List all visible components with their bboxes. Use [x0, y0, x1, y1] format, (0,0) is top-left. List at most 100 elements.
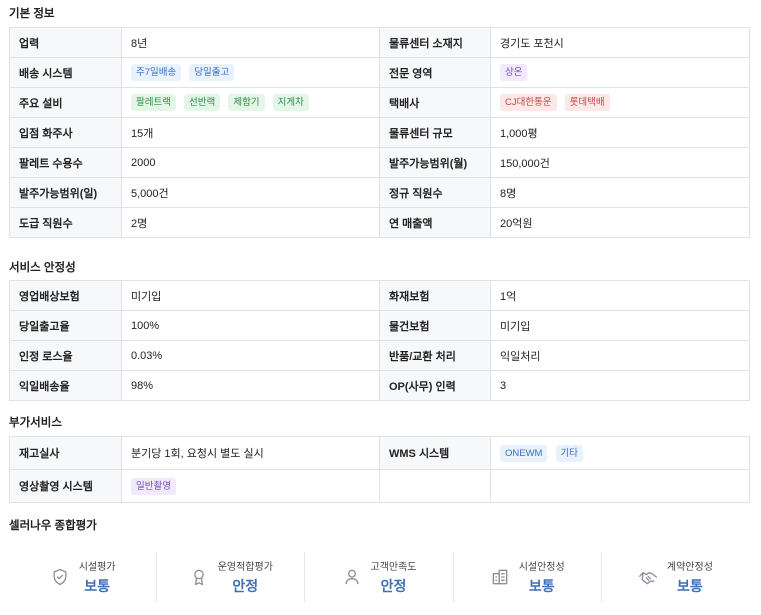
- equipment-label: 주요 설비: [9, 87, 122, 118]
- return-label: 반품/교환 처리: [379, 340, 491, 371]
- table-row: 발주가능범위(일) 5,000건 정규 직원수 8명: [9, 177, 750, 208]
- wms-label: WMS 시스템: [379, 436, 491, 470]
- career-value: 8년: [121, 27, 380, 58]
- eval-item-facility-stability: 시설안정성 보통: [454, 552, 602, 602]
- delivery-tag: 당일출고: [189, 64, 235, 81]
- biz-insurance-label: 영업배상보험: [9, 280, 122, 311]
- loss-value: 0.03%: [121, 340, 380, 371]
- location-value: 경기도 포천시: [490, 27, 750, 58]
- equipment-tag: 지게차: [272, 94, 309, 111]
- fire-insurance-value: 1억: [490, 280, 750, 311]
- award-icon: [193, 569, 204, 586]
- wms-tags: ONEWM 기타: [490, 436, 750, 470]
- table-row: 업력 8년 물류센터 소재지 경기도 포천시: [9, 27, 750, 58]
- courier-label: 택배사: [379, 87, 491, 118]
- regular-label: 정규 직원수: [379, 177, 491, 208]
- table-row: 도급 직원수 2명 연 매출액 20억원: [9, 207, 750, 238]
- eval-value: 보통: [84, 578, 110, 594]
- fire-insurance-label: 화재보험: [379, 280, 491, 311]
- monthly-label: 발주가능범위(월): [379, 147, 491, 178]
- eval-label: 시설안정성: [518, 562, 565, 573]
- daily-value: 5,000건: [121, 177, 380, 208]
- video-tags: 일반촬영: [121, 469, 380, 503]
- video-tag: 일반촬영: [131, 477, 176, 495]
- specialty-label: 전문 영역: [379, 57, 491, 88]
- pallet-value: 2000: [121, 147, 380, 178]
- size-label: 물류센터 규모: [379, 117, 491, 148]
- eval-value: 안정: [232, 578, 259, 594]
- table-row: 영상촬영 시스템 일반촬영: [9, 469, 750, 503]
- shield-icon: [53, 568, 67, 586]
- courier-tag: 롯데택배: [564, 94, 610, 111]
- pallet-label: 팔레트 수용수: [9, 147, 122, 178]
- daily-label: 발주가능범위(일): [9, 177, 122, 208]
- table-row: 팔레트 수용수 2000 발주가능범위(월) 150,000건: [9, 147, 750, 178]
- delivery-tags: 주7일배송 당일출고: [121, 57, 380, 88]
- sameday-value: 100%: [121, 310, 380, 341]
- regular-value: 8명: [490, 177, 750, 208]
- cargo-insurance-label: 물건보험: [379, 310, 491, 341]
- table-row: 당일출고율 100% 물건보험 미기입: [9, 310, 750, 341]
- video-label: 영상촬영 시스템: [9, 469, 122, 503]
- basic-info-table: 업력 8년 물류센터 소재지 경기도 포천시 배송 시스템 주7일배송 당일출고…: [9, 27, 750, 238]
- biz-insurance-value: 미기입: [121, 280, 380, 311]
- table-row: 인정 로스율 0.03% 반품/교환 처리 익일처리: [9, 340, 750, 371]
- eval-item-satisfaction: 고객만족도 안정: [305, 552, 454, 602]
- eval-label: 계약안정성: [666, 562, 713, 573]
- eval-value: 안정: [380, 578, 407, 594]
- op-label: OP(사무) 인력: [379, 370, 491, 401]
- size-value: 1,000평: [490, 117, 750, 148]
- clients-value: 15개: [121, 117, 380, 148]
- inventory-value: 분기당 1회, 요청시 별도 실시: [121, 436, 380, 470]
- empty-cell: [490, 469, 750, 503]
- section-title-service: 서비스 안정성: [9, 262, 76, 274]
- equipment-tags: 팔레트랙 선반랙 제함기 지게차: [121, 87, 380, 118]
- evaluation-summary: 시설평가 보통 운영적합평가 안정 고객만족도 안정 시설안정성 보통 계약안정…: [9, 552, 749, 602]
- eval-label: 시설평가: [78, 562, 116, 573]
- eval-value: 보통: [528, 578, 555, 594]
- delivery-label: 배송 시스템: [9, 57, 122, 88]
- eval-label: 운영적합평가: [217, 562, 273, 573]
- section-title-basic: 기본 정보: [9, 8, 55, 20]
- wms-tag: 기타: [555, 444, 584, 462]
- table-row: 익일배송율 98% OP(사무) 인력 3: [9, 370, 750, 401]
- table-row: 영업배상보험 미기입 화재보험 1억: [9, 280, 750, 311]
- monthly-value: 150,000건: [490, 147, 750, 178]
- sameday-label: 당일출고율: [9, 310, 122, 341]
- eval-label: 고객만족도: [370, 562, 417, 573]
- table-row: 배송 시스템 주7일배송 당일출고 전문 영역 상온: [9, 57, 750, 88]
- user-icon: [345, 569, 358, 585]
- delivery-tag: 주7일배송: [131, 64, 182, 81]
- handshake-icon: [638, 572, 657, 585]
- extra-service-table: 재고실사 분기당 1회, 요청시 별도 실시 WMS 시스템 ONEWM 기타 …: [9, 436, 750, 503]
- equipment-tag: 제함기: [228, 94, 265, 111]
- nextday-value: 98%: [121, 370, 380, 401]
- building-icon: [492, 569, 508, 585]
- specialty-tag: 상온: [500, 64, 528, 81]
- clients-label: 입점 화주사: [9, 117, 122, 148]
- eval-item-contract-stability: 계약안정성 보통: [602, 552, 749, 602]
- location-label: 물류센터 소재지: [379, 27, 491, 58]
- eval-item-operation: 운영적합평가 안정: [157, 552, 306, 602]
- table-row: 재고실사 분기당 1회, 요청시 별도 실시 WMS 시스템 ONEWM 기타: [9, 436, 750, 470]
- sales-label: 연 매출액: [379, 207, 491, 238]
- section-title-eval: 셀러나우 종합평가: [9, 520, 97, 532]
- table-row: 주요 설비 팔레트랙 선반랙 제함기 지게차 택배사 CJ대한통운 롯데택배: [9, 87, 750, 118]
- sales-value: 20억원: [490, 207, 750, 238]
- cargo-insurance-value: 미기입: [490, 310, 750, 341]
- contract-value: 2명: [121, 207, 380, 238]
- career-label: 업력: [9, 27, 122, 58]
- return-value: 익일처리: [490, 340, 750, 371]
- eval-value: 보통: [677, 578, 703, 594]
- specialty-tags: 상온: [490, 57, 750, 88]
- service-stability-table: 영업배상보험 미기입 화재보험 1억 당일출고율 100% 물건보험 미기입 인…: [9, 280, 750, 401]
- contract-label: 도급 직원수: [9, 207, 122, 238]
- wms-tag: ONEWM: [500, 444, 548, 462]
- op-value: 3: [490, 370, 750, 401]
- courier-tags: CJ대한통운 롯데택배: [490, 87, 750, 118]
- section-title-extra: 부가서비스: [9, 417, 62, 429]
- equipment-tag: 팔레트랙: [131, 94, 176, 111]
- inventory-label: 재고실사: [9, 436, 122, 470]
- empty-cell: [379, 469, 491, 503]
- eval-item-facility: 시설평가 보통: [9, 552, 158, 602]
